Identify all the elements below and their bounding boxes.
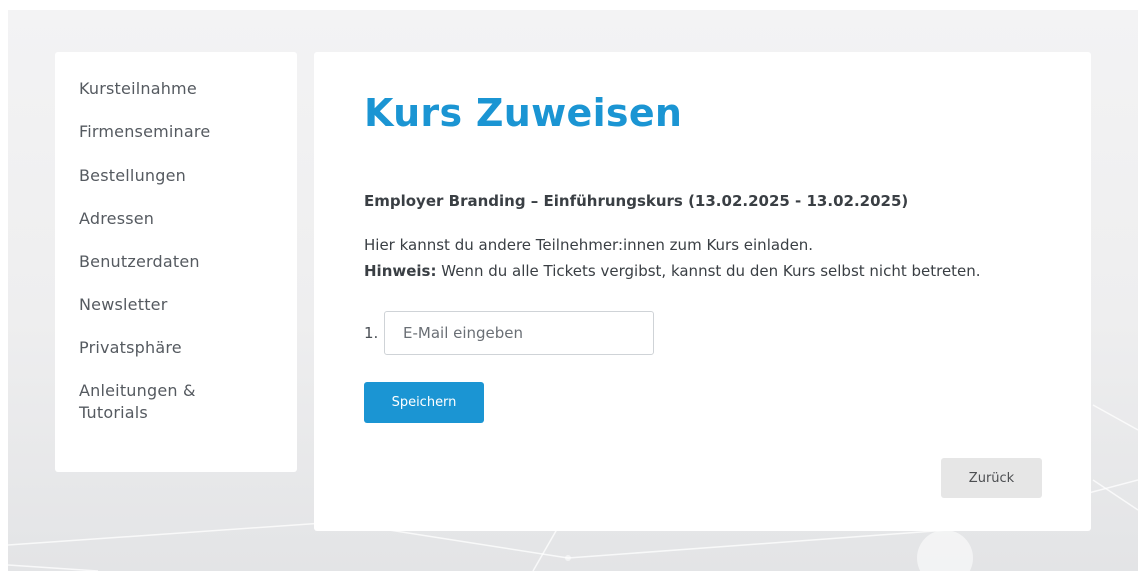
sidebar-menu: Kursteilnahme Firmenseminare Bestellunge… — [55, 52, 297, 472]
sidebar-item-adressen[interactable]: Adressen — [79, 208, 154, 230]
sidebar-item-benutzerdaten[interactable]: Benutzerdaten — [79, 251, 200, 273]
main-panel: Kurs Zuweisen Employer Branding – Einfüh… — [314, 52, 1091, 531]
hint-text: Wenn du alle Tickets vergibst, kannst du… — [436, 262, 981, 280]
email-row-number: 1. — [364, 324, 379, 342]
invite-description: Hier kannst du andere Teilnehmer:innen z… — [364, 236, 814, 254]
sidebar-item-privatsphaere[interactable]: Privatsphäre — [79, 337, 182, 359]
email-input[interactable] — [384, 311, 654, 355]
sidebar-item-newsletter[interactable]: Newsletter — [79, 294, 168, 316]
info-text-block: Hier kannst du andere Teilnehmer:innen z… — [364, 232, 981, 284]
save-button[interactable]: Speichern — [364, 382, 484, 423]
hint-line: Hinweis: Wenn du alle Tickets vergibst, … — [364, 258, 981, 284]
sidebar-item-anleitungen-tutorials[interactable]: Anleitungen & Tutorials — [79, 380, 249, 424]
page-title: Kurs Zuweisen — [364, 91, 683, 135]
sidebar-item-bestellungen[interactable]: Bestellungen — [79, 165, 186, 187]
hint-label: Hinweis: — [364, 262, 437, 280]
course-name: Employer Branding – Einführungskurs (13.… — [364, 192, 909, 210]
sidebar-item-firmenseminare[interactable]: Firmenseminare — [79, 121, 210, 143]
sidebar-item-kursteilnahme[interactable]: Kursteilnahme — [79, 78, 197, 100]
back-button[interactable]: Zurück — [941, 458, 1042, 498]
